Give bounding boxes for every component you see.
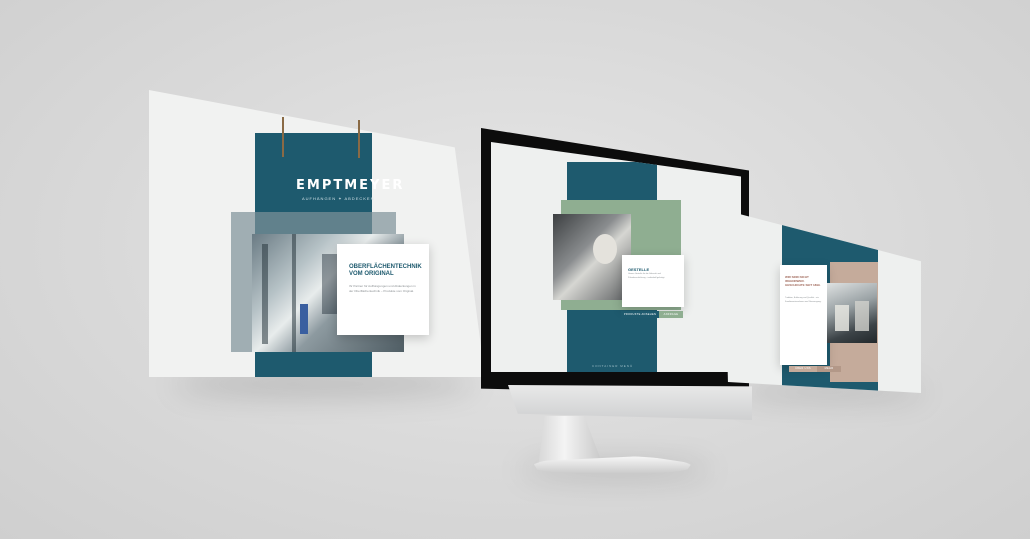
right-content-card: WIR SIND NICHT IRGENDWER. GESCHICHTE SEI… <box>780 265 827 365</box>
hook-right <box>358 120 360 158</box>
center-card-heading: GESTELLE <box>628 267 650 272</box>
right-card-heading: WIR SIND NICHT IRGENDWER. GESCHICHTE SEI… <box>785 275 821 287</box>
ceramic-hook-photo <box>553 214 631 300</box>
logo-subtitle: AUFHÄNGEN ✦ ABDECKEN <box>302 196 375 201</box>
right-more-button[interactable]: MEHR <box>817 366 841 372</box>
hook-left <box>282 117 284 157</box>
right-about-button[interactable]: ÜBER UNS <box>789 366 817 372</box>
center-inquiry-button[interactable]: ANFRAGE <box>659 311 683 318</box>
card-heading-line1: OBERFLÄCHENTECHNIK <box>349 264 422 270</box>
old-town-photo <box>827 283 877 343</box>
center-products-button[interactable]: PRODUKTE ANSEHEN <box>621 311 659 318</box>
left-content-card: OBERFLÄCHENTECHNIK VOM ORIGINAL Ihr Part… <box>337 244 429 335</box>
card-heading-line2: VOM ORIGINAL <box>349 271 394 277</box>
center-card-body: Unsere Gestelle für die Galvanik und Pul… <box>628 273 665 279</box>
right-card-body: Tradition, Erfahrung und Qualität – ein … <box>785 297 822 303</box>
imac-chin <box>508 385 752 420</box>
emptmeyer-logo: EMPTMEYER <box>296 178 405 193</box>
center-content-card: GESTELLE Unsere Gestelle für die Galvani… <box>622 255 684 307</box>
center-footer-label: CONTAINER MENÜ <box>592 364 634 368</box>
card-body-text: Ihr Partner für Aufhängungen und Abdecku… <box>349 284 416 293</box>
